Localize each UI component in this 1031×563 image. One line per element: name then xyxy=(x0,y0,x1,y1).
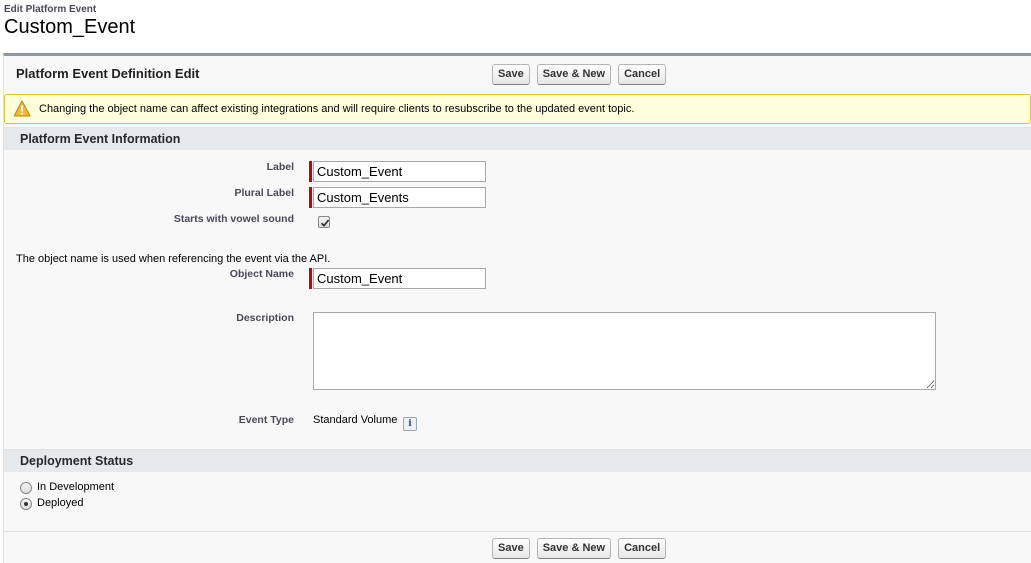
radio-button[interactable] xyxy=(20,482,32,494)
required-indicator xyxy=(309,161,312,182)
required-indicator xyxy=(309,268,312,289)
event-type-value: Standard Volume xyxy=(313,414,398,426)
radio-label: Deployed xyxy=(37,497,84,509)
save-and-new-button[interactable]: Save & New xyxy=(536,538,612,559)
event-type-label: Event Type xyxy=(238,414,294,426)
section-title: Deployment Status xyxy=(20,454,134,468)
label-field-label: Label xyxy=(266,161,294,173)
checkmark-icon xyxy=(320,219,330,227)
deployment-status-header: Deployment Status xyxy=(4,449,1031,472)
section-title: Platform Event Information xyxy=(20,132,181,146)
info-icon[interactable]: i xyxy=(403,417,417,431)
required-indicator xyxy=(309,187,312,208)
save-button[interactable]: Save xyxy=(492,64,530,85)
object-name-input[interactable] xyxy=(313,268,486,289)
plural-label-input[interactable] xyxy=(313,187,486,208)
cancel-button[interactable]: Cancel xyxy=(618,64,667,85)
plural-label-field-label: Plural Label xyxy=(234,187,294,199)
footer-divider xyxy=(4,531,1031,532)
description-label: Description xyxy=(236,312,294,324)
vowel-sound-label: Starts with vowel sound xyxy=(173,213,294,225)
top-button-bar: Save Save & New Cancel xyxy=(492,64,667,85)
warning-banner: Changing the object name can affect exis… xyxy=(4,94,1031,124)
save-and-new-button[interactable]: Save & New xyxy=(536,64,612,85)
radio-selected-dot xyxy=(24,502,28,506)
cancel-button[interactable]: Cancel xyxy=(618,538,667,559)
platform-event-info-header: Platform Event Information xyxy=(4,127,1031,150)
warning-text: Changing the object name can affect exis… xyxy=(39,103,635,115)
warning-triangle-icon xyxy=(13,100,31,117)
page-subtitle: Edit Platform Event xyxy=(4,4,97,15)
description-textarea[interactable] xyxy=(313,312,936,390)
radio-label: In Development xyxy=(37,481,115,493)
bottom-button-bar: Save Save & New Cancel xyxy=(492,538,667,559)
vowel-sound-checkbox[interactable] xyxy=(318,216,330,228)
edit-panel: Platform Event Definition Edit Save Save… xyxy=(3,53,1031,563)
radio-button[interactable] xyxy=(20,498,32,510)
save-button[interactable]: Save xyxy=(492,538,530,559)
panel-title: Platform Event Definition Edit xyxy=(16,66,200,81)
page-title: Custom_Event xyxy=(4,16,136,38)
panel-header: Platform Event Definition Edit Save Save… xyxy=(4,56,1031,94)
object-name-label: Object Name xyxy=(229,268,294,280)
label-input[interactable] xyxy=(313,161,486,182)
api-note: The object name is used when referencing… xyxy=(16,253,331,265)
page-header: Edit Platform Event Custom_Event xyxy=(4,4,135,38)
